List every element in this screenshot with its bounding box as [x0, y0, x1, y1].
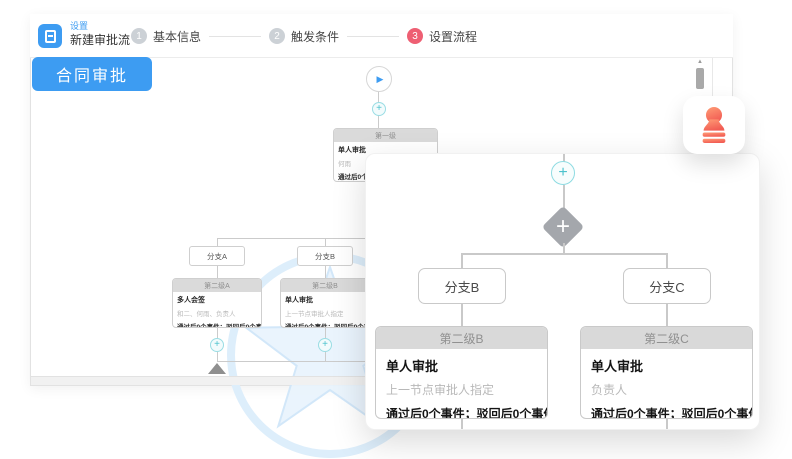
- node-title: 第二级B: [376, 327, 547, 349]
- plus-icon: +: [214, 339, 220, 350]
- page: 设置 新建审批流 1 基本信息 2 触发条件 3 设置流程 上一步 完成 合同审…: [0, 0, 792, 459]
- branch-c-chip[interactable]: 分支C: [623, 268, 711, 304]
- app-titles: 设置 新建审批流: [70, 21, 130, 47]
- level2b-node-title: 第二级B: [281, 279, 369, 292]
- step-2-label: 触发条件: [291, 28, 339, 45]
- connector-line: [325, 238, 326, 246]
- connector-line: [462, 253, 667, 255]
- approval-type: 单人审批: [285, 295, 365, 305]
- wizard-header: 设置 新建审批流 1 基本信息 2 触发条件 3 设置流程: [30, 14, 733, 58]
- node-title: 第二级C: [581, 327, 752, 349]
- page-title: 新建审批流: [70, 33, 130, 47]
- connector-line: [325, 266, 326, 278]
- start-node[interactable]: ▶: [366, 66, 392, 92]
- approver: 上一节点审批人指定: [386, 381, 537, 398]
- app-label-small: 设置: [70, 21, 130, 32]
- branch-b-chip[interactable]: 分支B: [297, 246, 353, 266]
- plus-icon: +: [556, 215, 570, 239]
- add-node-button[interactable]: +: [210, 338, 224, 352]
- plus-icon: +: [322, 339, 328, 350]
- connector-line: [666, 253, 668, 268]
- events-summary: 通过后0个事件；驳回后0个事件: [285, 321, 365, 328]
- condition-merge-node[interactable]: +: [542, 206, 584, 248]
- plus-icon: +: [558, 164, 567, 181]
- vertical-scrollbar-thumb[interactable]: [696, 68, 704, 89]
- approver: 负责人: [591, 381, 742, 398]
- contract-approval-tag: 合同审批: [32, 57, 152, 91]
- connector-line: [666, 419, 668, 430]
- level2c-node[interactable]: 第二级C 单人审批 负责人 通过后0个事件；驳回后0个事件: [580, 326, 753, 419]
- end-node-icon: [208, 363, 226, 374]
- stamp-card: [683, 96, 745, 154]
- connector-line: [217, 352, 218, 361]
- connector-line: [325, 352, 326, 361]
- approver: 上一节点审批人指定: [285, 308, 365, 318]
- branch-a-chip[interactable]: 分支A: [189, 246, 245, 266]
- events-summary: 通过后0个事件；驳回后0个事件: [591, 405, 742, 419]
- zoomed-flow-panel: + + 分支B 分支C 第二级B 单人审批 上一节点审批人指定 通过后0个事件；…: [365, 153, 760, 430]
- connector-line: [461, 304, 463, 326]
- connector-line: [461, 253, 463, 268]
- level2b-node[interactable]: 第二级B 单人审批 上一节点审批人指定 通过后0个事件；驳回后0个事件: [375, 326, 548, 419]
- step-1-label: 基本信息: [153, 28, 201, 45]
- level2a-node-title: 第二级A: [173, 279, 261, 292]
- branch-b-chip[interactable]: 分支B: [418, 268, 506, 304]
- connector-line: [217, 328, 218, 338]
- play-icon: ▶: [377, 74, 384, 85]
- connector-line: [217, 238, 218, 246]
- connector-line: [217, 266, 218, 278]
- clipboard-icon: [38, 24, 62, 48]
- stamp-icon: [697, 106, 731, 144]
- step-indicator: 1 基本信息 2 触发条件 3 设置流程: [131, 14, 485, 58]
- level2b-node[interactable]: 第二级B 单人审批 上一节点审批人指定 通过后0个事件；驳回后0个事件: [280, 278, 370, 328]
- approvers: 和二、何雨、负责人: [177, 308, 257, 318]
- connector-line: [217, 361, 365, 362]
- level1-node-title: 第一级: [334, 129, 437, 142]
- scroll-up-arrow-icon[interactable]: ▲: [695, 59, 705, 65]
- approval-type: 单人审批: [591, 356, 742, 375]
- plus-icon: +: [376, 103, 382, 114]
- step-3-circle: 3: [407, 28, 423, 44]
- step-1-circle: 1: [131, 28, 147, 44]
- events-summary: 通过后0个事件；驳回后0个事件: [386, 405, 537, 419]
- step-3-label: 设置流程: [429, 28, 477, 45]
- connector-line: [461, 419, 463, 430]
- approval-type: 单人审批: [386, 356, 537, 375]
- add-node-button[interactable]: +: [318, 338, 332, 352]
- step-connector: [347, 36, 399, 37]
- step-connector: [209, 36, 261, 37]
- level2a-node[interactable]: 第二级A 多人会签 和二、何雨、负责人 通过后0个事件；驳回后0个事件: [172, 278, 262, 328]
- add-node-button[interactable]: +: [372, 102, 386, 116]
- connector-line: [325, 328, 326, 338]
- step-2-circle: 2: [269, 28, 285, 44]
- connector-line: [666, 304, 668, 326]
- events-summary: 通过后0个事件；驳回后0个事件: [177, 321, 257, 328]
- add-node-button[interactable]: +: [551, 161, 575, 185]
- approval-type: 多人会签: [177, 295, 257, 305]
